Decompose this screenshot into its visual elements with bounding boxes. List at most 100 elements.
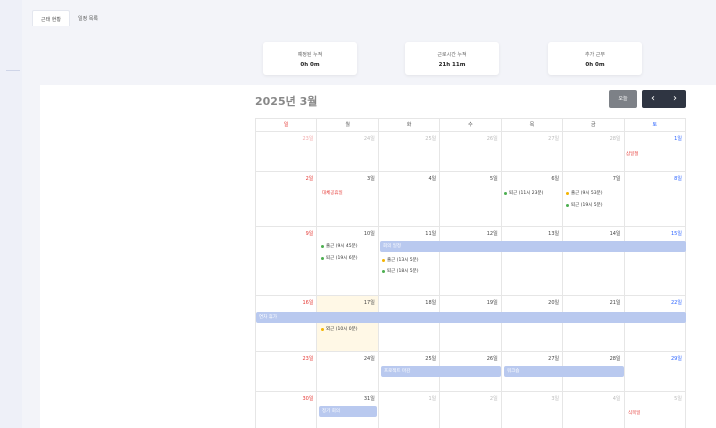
weekday-tue: 화 [379,119,441,131]
day-number: 21일 [609,300,621,306]
chevron-right-icon[interactable]: › [664,90,686,108]
day-cell[interactable]: 19일 [440,296,502,351]
day-cell[interactable]: 5일 [440,172,502,226]
day-cell[interactable]: 7일 [563,172,625,226]
day-cell[interactable]: 23일 [256,132,318,171]
day-cell[interactable]: 18일 [379,296,441,351]
day-number: 27일 [548,136,560,142]
day-number: 4일 [428,176,437,182]
weekday-thu: 목 [502,119,564,131]
event-label: 출근 (9시 53분) [571,191,603,196]
day-number: 10일 [363,231,375,237]
calendar-week: 2일 3일 4일 5일 6일 7일 8일 대체공휴일 퇴근 (11시 23분) … [256,172,686,227]
day-number: 2일 [489,396,498,402]
stat-value: 21h 11m [438,62,466,68]
weekday-fri: 금 [563,119,625,131]
event-item[interactable]: 퇴근 (11시 23분) [504,190,543,196]
calendar-week: 9일 10일 11일 12일 13일 14일 15일 회의 일정 출근 (9시 … [256,227,686,296]
day-cell[interactable]: 29일 [625,352,686,391]
day-cell[interactable]: 28일 [563,132,625,171]
event-item[interactable]: 출근 (9시 45분) [321,243,358,249]
event-label: 퇴근 (18시 5분) [387,269,419,274]
day-number: 19일 [486,300,498,306]
event-item[interactable]: 퇴근 (19시 5분) [566,202,603,208]
day-number: 25일 [425,136,437,142]
day-cell[interactable]: 27일 [502,132,564,171]
view-tabs: 근태 현황 일정 목록 [32,10,106,26]
stat-card-overtime: 추가 근무 0h 0m [548,42,642,75]
day-cell[interactable]: 2일 [440,392,502,428]
day-number: 8일 [674,176,682,182]
calendar-panel: 2025년 3월 오늘 ‹ › 일 월 화 수 목 금 토 23일 24일 25… [40,85,716,428]
day-cell[interactable]: 4일 [379,172,441,226]
day-cell[interactable]: 9일 [256,227,318,295]
day-cell[interactable]: 25일 [379,132,441,171]
event-bar[interactable]: 회의 일정 [380,241,686,252]
day-number: 24일 [363,356,375,362]
tab-schedule-list[interactable]: 일정 목록 [70,10,106,26]
event-bar[interactable]: 연차 휴가 [256,312,686,323]
month-nav: ‹ › [642,90,686,108]
calendar-week: 30일 31일 1일 2일 3일 4일 5일 정기 회의 식목일 [256,392,686,428]
day-number: 18일 [425,300,437,306]
weekday-sat: 토 [625,119,686,131]
event-bar[interactable]: 워크숍 [504,366,624,377]
day-cell[interactable]: 14일 [563,227,625,295]
day-cell[interactable]: 16일 [256,296,318,351]
day-cell[interactable]: 30일 [256,392,318,428]
day-cell[interactable]: 3일 [317,172,379,226]
chevron-left-icon[interactable]: ‹ [642,90,664,108]
day-number: 29일 [670,356,682,362]
day-cell[interactable]: 26일 [440,132,502,171]
day-cell[interactable]: 13일 [502,227,564,295]
stat-card-scheduled: 예정된 누적 0h 0m [263,42,357,75]
day-cell[interactable]: 20일 [502,296,564,351]
event-item[interactable]: 출근 (13시 5분) [382,257,419,263]
weekday-sun: 일 [256,119,318,131]
day-cell-today[interactable]: 17일 [317,296,379,351]
day-cell[interactable]: 1일 [379,392,441,428]
day-number: 22일 [670,300,682,306]
day-cell[interactable]: 24일 [317,132,379,171]
day-cell[interactable]: 23일 [256,352,318,391]
event-item[interactable]: 외근 (10시 0분) [321,326,358,332]
day-cell[interactable]: 4일 [563,392,625,428]
event-dot [566,203,569,207]
event-label: 퇴근 (11시 23분) [509,191,544,196]
day-cell[interactable]: 21일 [563,296,625,351]
day-number: 26일 [486,356,498,362]
calendar-week: 23일 24일 25일 26일 27일 28일 1일 삼일절 [256,132,686,172]
event-item[interactable]: 출근 (9시 53분) [566,190,603,196]
event-dot [566,191,569,195]
event-label: 출근 (9시 45분) [326,244,358,249]
day-cell[interactable]: 8일 [625,172,686,226]
day-cell[interactable]: 15일 [625,227,686,295]
tab-attendance-status[interactable]: 근태 현황 [32,10,70,26]
day-number: 26일 [486,136,498,142]
day-number: 28일 [609,356,621,362]
day-cell[interactable]: 3일 [502,392,564,428]
day-number: 20일 [548,300,560,306]
event-item[interactable]: 퇴근 (19시 6분) [321,255,358,261]
day-cell[interactable]: 2일 [256,172,318,226]
event-dot [382,258,385,262]
today-button[interactable]: 오늘 [609,90,637,108]
event-bar[interactable]: 정기 회의 [319,406,377,417]
day-cell[interactable]: 24일 [317,352,379,391]
day-cell[interactable]: 6일 [502,172,564,226]
day-number: 9일 [305,231,314,237]
event-item[interactable]: 퇴근 (18시 5분) [382,268,419,274]
event-bar[interactable]: 프로젝트 마감 [381,366,501,377]
day-cell[interactable]: 10일 [317,227,379,295]
day-number: 4일 [612,396,621,402]
sidebar-divider [6,70,20,71]
event-dot [321,327,324,331]
day-number: 17일 [363,300,375,306]
day-number: 1일 [428,396,437,402]
day-number: 12일 [486,231,498,237]
weekday-wed: 수 [440,119,502,131]
day-cell[interactable]: 22일 [625,296,686,351]
event-label: 외근 (10시 0분) [326,327,358,332]
event-dot [321,256,324,260]
day-cell[interactable]: 12일 [440,227,502,295]
